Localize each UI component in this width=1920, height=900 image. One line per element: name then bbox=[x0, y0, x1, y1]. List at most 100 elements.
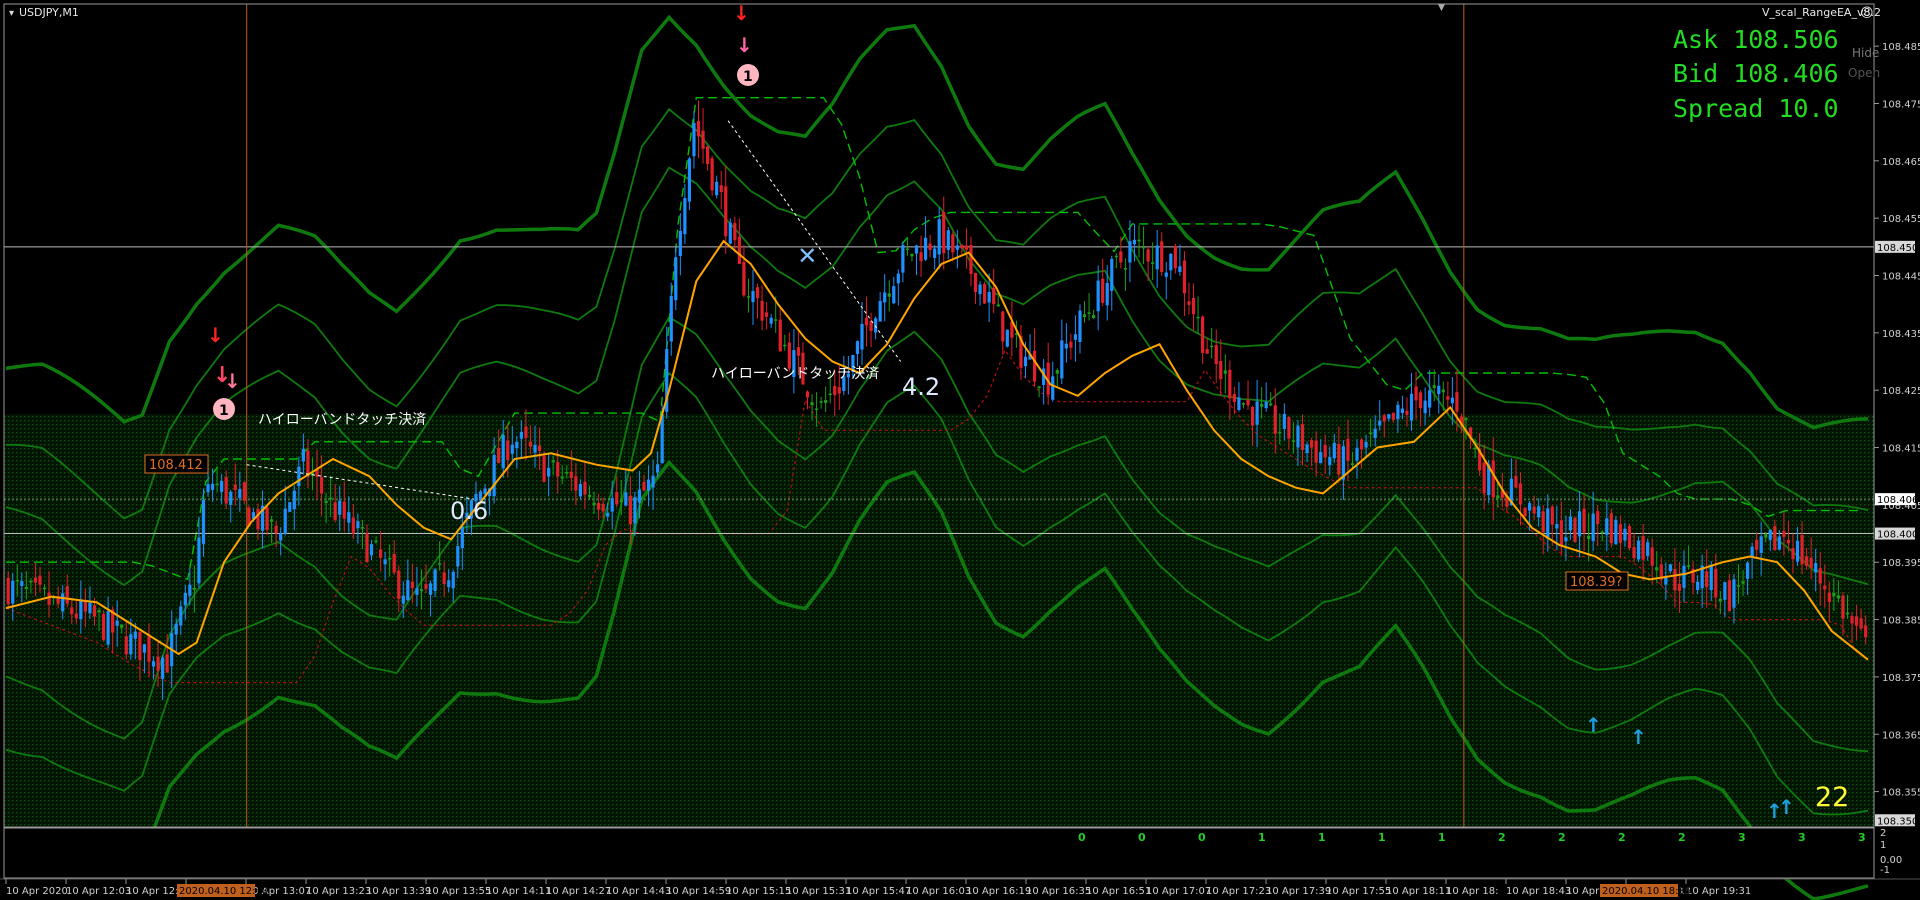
candle-body bbox=[1527, 503, 1532, 511]
candle-body bbox=[537, 445, 542, 452]
pips-label-1: 0.6 bbox=[450, 497, 488, 525]
x-tick-label: 10 Apr 16:35 bbox=[1026, 886, 1091, 897]
candle-body bbox=[1346, 438, 1350, 461]
candle-body bbox=[92, 605, 97, 617]
pips-label-2: 4.2 bbox=[902, 373, 940, 401]
trading-chart[interactable]: ✕ ↓↓↓↓↓↑ ↑↑↑ ▾ USDJPY,M1 V_scal_RangeEA_v… bbox=[0, 0, 1920, 900]
candle-body bbox=[492, 454, 496, 497]
candle-body bbox=[619, 500, 623, 503]
candle-body bbox=[424, 584, 428, 589]
candle-body bbox=[628, 495, 632, 525]
candle-body bbox=[1718, 598, 1722, 602]
candle-body bbox=[1328, 457, 1332, 466]
candle-body bbox=[1809, 557, 1813, 568]
candle-body bbox=[1768, 529, 1772, 540]
candle-body bbox=[161, 657, 165, 679]
candle-body bbox=[1400, 408, 1405, 414]
candle-body bbox=[138, 631, 142, 660]
candle-body bbox=[1246, 399, 1250, 406]
candle-body bbox=[1232, 394, 1236, 402]
y-tick-label: 108.485 bbox=[1882, 42, 1920, 53]
candle-body bbox=[1696, 581, 1700, 590]
candle-body bbox=[683, 198, 687, 235]
count-label: 1 bbox=[1438, 831, 1446, 844]
bid-label: Bid 108.406 bbox=[1673, 59, 1839, 88]
candle-body bbox=[819, 401, 823, 403]
candle-body bbox=[342, 501, 346, 519]
candle-body bbox=[1096, 280, 1100, 312]
candle-body bbox=[519, 431, 523, 439]
candle-body bbox=[6, 577, 10, 605]
x-tick-label: 10 Apr 14:11 bbox=[486, 886, 551, 897]
candle-body bbox=[1164, 272, 1168, 277]
y-tick-label: 108.355 bbox=[1882, 788, 1920, 799]
candle-body bbox=[129, 634, 133, 655]
candle-body bbox=[646, 479, 651, 491]
count-label: 1 bbox=[1318, 831, 1326, 844]
candle-body bbox=[142, 644, 147, 653]
indicator-frame bbox=[3, 827, 1875, 879]
candle-body bbox=[610, 498, 614, 512]
candle-body bbox=[1073, 334, 1078, 340]
candle-body bbox=[1287, 417, 1291, 439]
candle-body bbox=[179, 606, 183, 626]
candle-body bbox=[910, 253, 914, 257]
ea-label-box[interactable]: V_scal_RangeEA_v8.2 ☺ bbox=[1762, 6, 1881, 21]
candle-body bbox=[1414, 386, 1418, 401]
candle-body bbox=[742, 261, 746, 296]
candle-body bbox=[1559, 520, 1563, 547]
candle-body bbox=[1037, 386, 1041, 389]
y-tick-label: 108.425 bbox=[1882, 386, 1920, 397]
chart-menu-icon[interactable]: ▾ bbox=[9, 8, 14, 19]
candle-body bbox=[1023, 356, 1028, 367]
candle-body bbox=[1623, 528, 1627, 541]
candle-body bbox=[1646, 542, 1650, 556]
price-label: 108.406 bbox=[1877, 495, 1918, 506]
candle-body bbox=[38, 575, 42, 585]
candle-body bbox=[1228, 369, 1232, 399]
candle-body bbox=[560, 476, 564, 479]
count-label: 2 bbox=[1498, 831, 1506, 844]
candle-body bbox=[1827, 592, 1831, 602]
candle-body bbox=[1777, 536, 1781, 550]
candle-body bbox=[188, 584, 192, 596]
candle-body bbox=[678, 230, 682, 257]
candle-body bbox=[156, 656, 160, 671]
candle-body bbox=[1219, 360, 1223, 380]
candle-body bbox=[365, 533, 369, 563]
candle-body bbox=[242, 482, 246, 501]
candle-body bbox=[642, 481, 646, 491]
candle-body bbox=[1764, 534, 1768, 538]
count-label: 2 bbox=[1678, 831, 1686, 844]
svg-text:108.39?: 108.39? bbox=[1570, 575, 1622, 590]
price-label: 108.400 bbox=[1877, 530, 1918, 541]
candle-body bbox=[556, 462, 560, 477]
candle-body bbox=[1291, 440, 1296, 442]
candle-body bbox=[951, 234, 955, 253]
sell-arrow-icon: ↓ bbox=[207, 323, 224, 347]
candle-body bbox=[1818, 568, 1822, 584]
candle-body bbox=[1382, 415, 1386, 422]
candle-body bbox=[133, 631, 137, 639]
candle-body bbox=[410, 581, 414, 589]
candle-body bbox=[1178, 266, 1182, 273]
candle-body bbox=[1641, 536, 1645, 560]
candle-body bbox=[120, 624, 124, 628]
candle-body bbox=[1005, 329, 1009, 347]
open-button[interactable]: Open bbox=[1848, 66, 1880, 80]
candle-body bbox=[1092, 315, 1096, 319]
candle-body bbox=[955, 245, 959, 250]
exit-marker-icon: ✕ bbox=[797, 242, 817, 270]
candle-body bbox=[774, 319, 778, 321]
x-tick-label: 10 Apr 15:15 bbox=[726, 886, 791, 897]
candle-body bbox=[1332, 442, 1336, 459]
candle-body bbox=[1241, 403, 1246, 405]
candle-body bbox=[1795, 540, 1800, 562]
candle-body bbox=[1605, 518, 1609, 535]
candle-body bbox=[1854, 616, 1859, 626]
y-tick-label: 108.415 bbox=[1882, 444, 1920, 455]
hide-button[interactable]: Hide bbox=[1852, 46, 1879, 60]
window-title[interactable]: ▾ USDJPY,M1 bbox=[5, 5, 85, 20]
candle-body bbox=[33, 577, 38, 583]
candle-body bbox=[374, 540, 378, 543]
